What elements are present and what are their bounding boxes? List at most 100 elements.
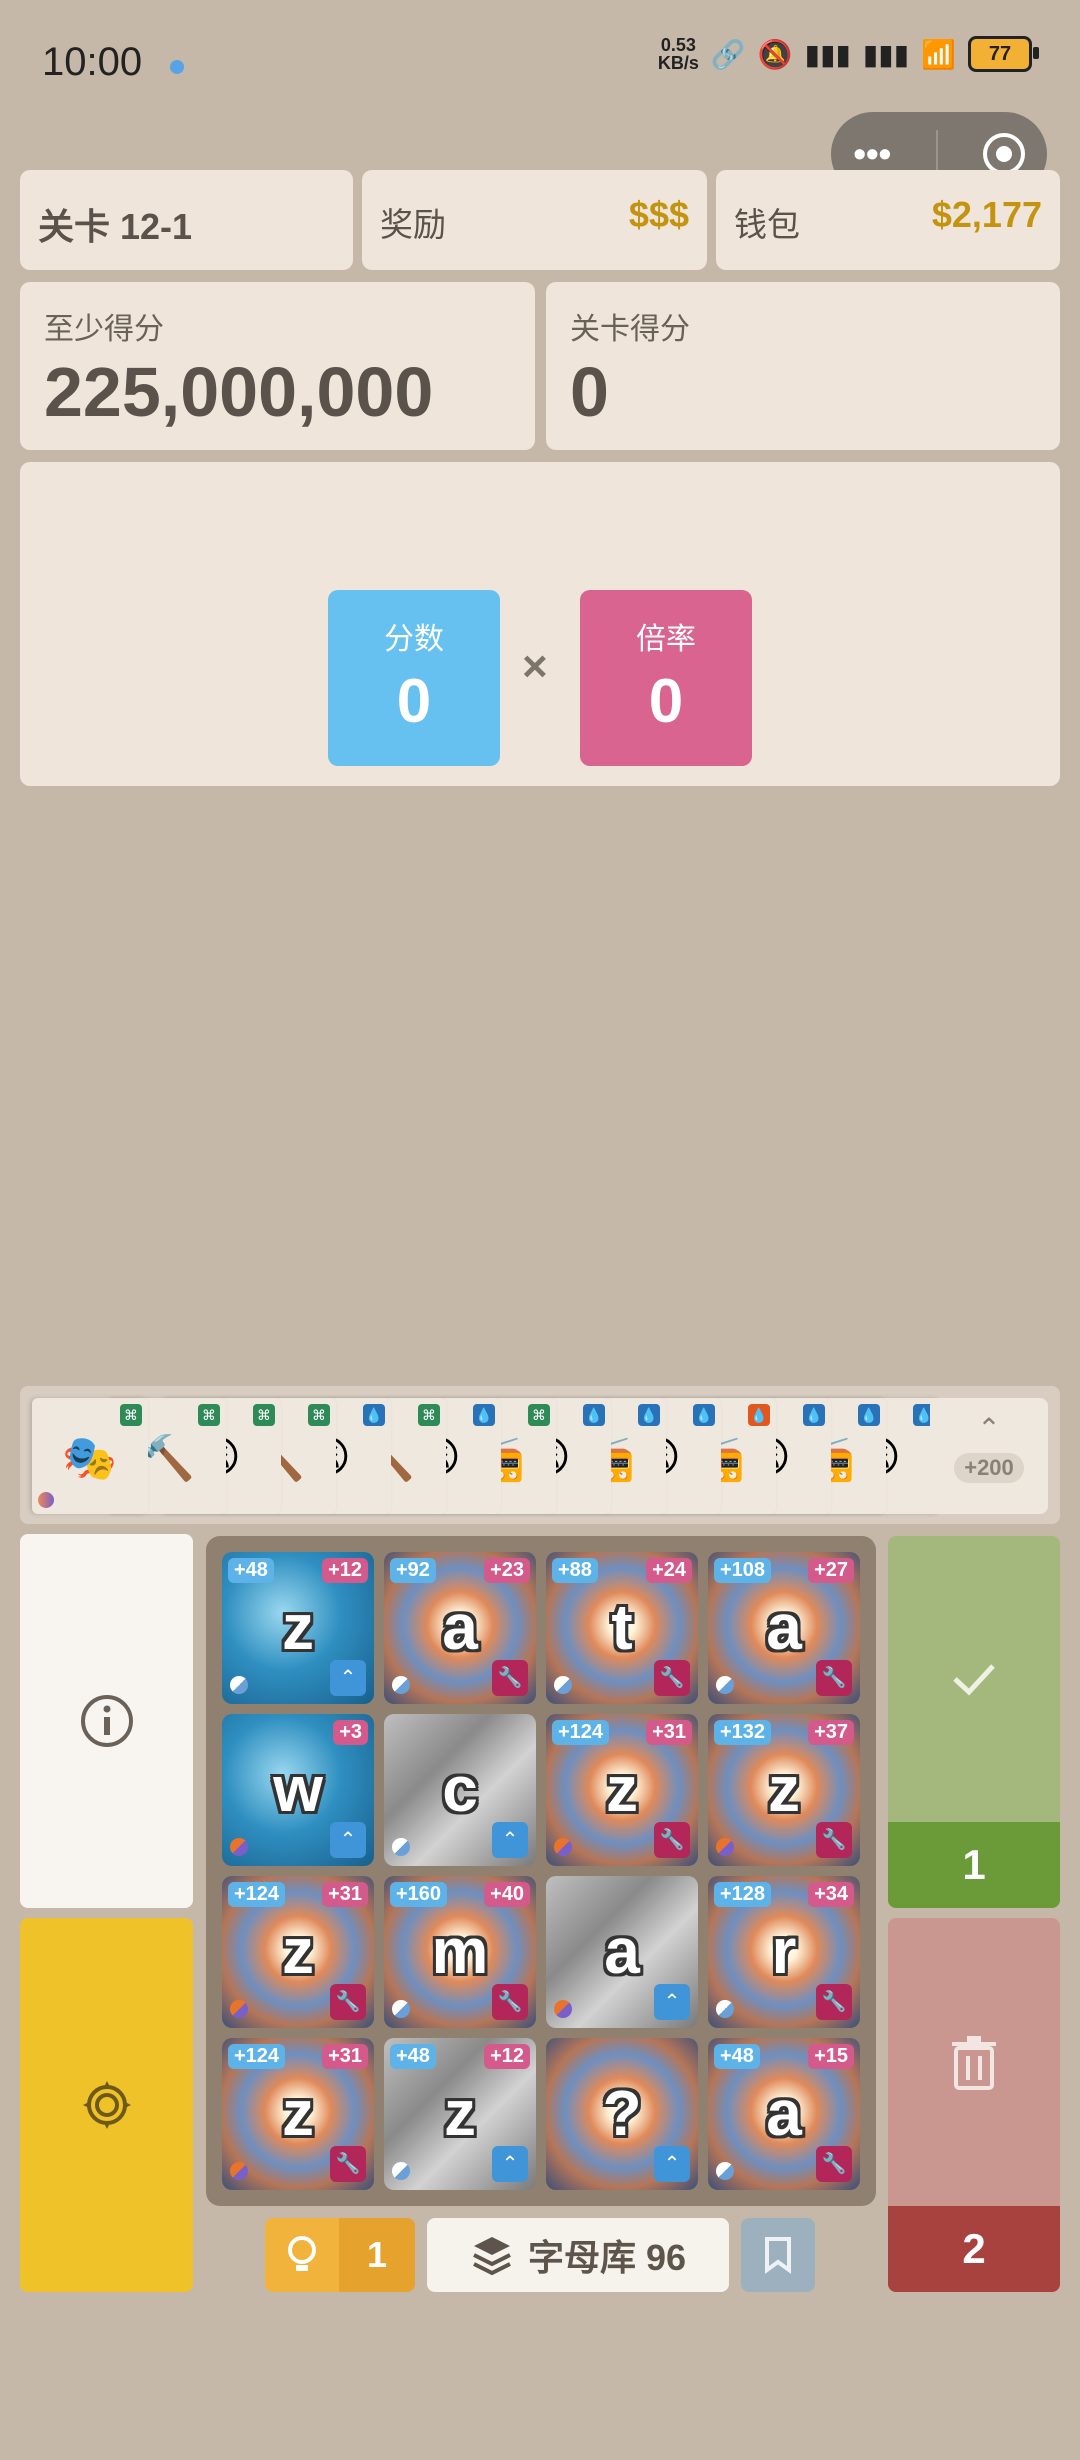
reward-panel: 奖励 $$$ xyxy=(362,170,707,270)
tile-letter: w xyxy=(273,1753,323,1825)
card-edition-icon xyxy=(38,1492,54,1508)
wrench-icon: 🔧 xyxy=(492,1984,528,2020)
discard-button-face[interactable] xyxy=(888,1918,1060,2206)
card-badge-icon: ⌘ xyxy=(253,1404,275,1426)
theater-mask-icon: 🎭 xyxy=(62,1434,117,1483)
plays-remaining: 1 xyxy=(888,1822,1060,1908)
letter-tile[interactable]: +48 +12 z ⌃ xyxy=(384,2038,536,2190)
letter-tile[interactable]: +160 +40 m 🔧 xyxy=(384,1876,536,2028)
link-icon: 🔗 xyxy=(710,38,746,70)
letter-tile[interactable]: +124 +31 z 🔧 xyxy=(222,2038,374,2190)
tile-letter: a xyxy=(442,1591,478,1663)
discards-remaining: 2 xyxy=(888,2206,1060,2292)
tile-score-bonus: +48 xyxy=(228,1558,274,1583)
level-score-label: 关卡得分 xyxy=(570,313,690,346)
wallet-label: 钱包 xyxy=(734,206,800,243)
edition-icon xyxy=(716,2000,734,2018)
tile-letter: m xyxy=(431,1915,489,1987)
edition-icon xyxy=(230,1676,248,1694)
letter-tile[interactable]: +48 +12 z ⌃ xyxy=(222,1552,374,1704)
more-menu-icon[interactable]: ••• xyxy=(853,133,891,175)
tile-letter: a xyxy=(766,1591,802,1663)
drop-badge-icon: 💧 xyxy=(638,1404,660,1426)
drop-badge-icon: 💧 xyxy=(693,1404,715,1426)
mult-chip: 倍率 0 xyxy=(580,590,752,766)
item-tray[interactable]: ⌘🎭 ⌘🔨 ⌘😩 ⌘🔨 💧😩 ⌘🔨 💧😩 ⌘📻 💧😩 💧📻 💧😩 💧📻 💧😩 💧… xyxy=(20,1386,1060,1524)
location-indicator-icon xyxy=(170,60,184,74)
letter-tile[interactable]: +3 w ⌃ xyxy=(222,1714,374,1866)
tile-score-bonus: +160 xyxy=(390,1882,448,1907)
letter-tile[interactable]: +124 +31 z 🔧 xyxy=(222,1876,374,2028)
tile-letter: a xyxy=(604,1915,640,1987)
letter-tile[interactable]: +132 +37 z 🔧 xyxy=(708,1714,860,1866)
double-chevron-up-icon: ⌃ xyxy=(654,2146,690,2182)
close-target-icon[interactable] xyxy=(982,133,1025,175)
letter-tile[interactable]: +88 +24 t 🔧 xyxy=(546,1552,698,1704)
discard-button[interactable]: 2 xyxy=(888,1918,1060,2292)
edition-icon xyxy=(716,1838,734,1856)
multiply-sign: × xyxy=(522,642,548,691)
wrench-icon: 🔧 xyxy=(330,1984,366,2020)
info-icon xyxy=(80,1695,133,1747)
bookmark-button[interactable] xyxy=(741,2218,815,2292)
wifi-icon: 📶 xyxy=(921,38,956,70)
letter-tile[interactable]: +108 +27 a 🔧 xyxy=(708,1552,860,1704)
letter-library-button[interactable]: 字母库 96 xyxy=(427,2218,729,2292)
play-button-face[interactable] xyxy=(888,1536,1060,1822)
tile-score-bonus: +124 xyxy=(228,2044,286,2069)
tile-score-bonus: +132 xyxy=(714,1720,772,1745)
tile-mult-bonus: +12 xyxy=(322,1558,368,1583)
battery-icon: 77 xyxy=(968,36,1039,72)
wrench-icon: 🔧 xyxy=(816,1660,852,1696)
tile-mult-bonus: +37 xyxy=(808,1720,854,1745)
level-label: 关卡 12-1 xyxy=(38,206,193,247)
letter-tile[interactable]: c ⌃ xyxy=(384,1714,536,1866)
wallet-panel: 钱包 $2,177 xyxy=(716,170,1060,270)
play-button[interactable]: 1 xyxy=(888,1536,1060,1908)
tile-mult-bonus: +24 xyxy=(646,1558,692,1583)
fire-badge-icon: 💧 xyxy=(748,1404,770,1426)
mult-label: 倍率 xyxy=(636,623,696,656)
mult-value: 0 xyxy=(648,667,684,736)
wrench-icon: 🔧 xyxy=(816,1822,852,1858)
tile-mult-bonus: +3 xyxy=(333,1720,368,1745)
double-chevron-up-icon: ⌃ xyxy=(492,1822,528,1858)
reward-label: 奖励 xyxy=(380,206,446,243)
status-icons: 0.53 KB/s 🔗 🔕 ▮▮▮ ▮▮▮ 📶 77 xyxy=(658,36,1039,72)
signal-icon: ▮▮▮ xyxy=(804,38,851,70)
edition-icon xyxy=(554,1838,572,1856)
info-button[interactable] xyxy=(20,1534,193,1908)
edition-icon xyxy=(716,2162,734,2180)
layers-icon xyxy=(473,2237,511,2276)
double-chevron-up-icon: ⌃ xyxy=(977,1413,1001,1444)
tile-letter: z xyxy=(606,1753,638,1825)
tile-mult-bonus: +27 xyxy=(808,1558,854,1583)
tray-card[interactable]: ⌘ 🎭 xyxy=(32,1398,148,1514)
tile-score-bonus: +108 xyxy=(714,1558,772,1583)
settings-button[interactable] xyxy=(20,1918,193,2292)
tile-letter: z xyxy=(768,1753,800,1825)
edition-icon xyxy=(230,2162,248,2180)
tile-score-bonus: +88 xyxy=(552,1558,598,1583)
tile-letter: a xyxy=(766,2077,802,2149)
upgrade-badge: +200 xyxy=(954,1453,1024,1483)
bookmark-icon xyxy=(765,2237,791,2274)
tile-score-bonus: +48 xyxy=(714,2044,760,2069)
letter-tile[interactable]: +48 +15 a 🔧 xyxy=(708,2038,860,2190)
double-chevron-up-icon: ⌃ xyxy=(654,1984,690,2020)
letter-tile[interactable]: a ⌃ xyxy=(546,1876,698,2028)
letter-board: +48 +12 z ⌃ +92 +23 a 🔧 +88 +24 t 🔧 +108 +27 a 🔧 +3 w ⌃ c ⌃ +… xyxy=(206,1536,876,2206)
score-value: 0 xyxy=(396,667,432,736)
letter-tile[interactable]: ? ⌃ xyxy=(546,2038,698,2190)
tile-mult-bonus: +23 xyxy=(484,1558,530,1583)
hint-button[interactable]: 1 xyxy=(265,2218,415,2292)
gear-icon xyxy=(82,2081,131,2129)
tray-upgrade-button[interactable]: ⌃ +200 xyxy=(930,1398,1048,1514)
tile-letter: z xyxy=(282,1591,314,1663)
required-score-panel: 至少得分 225,000,000 xyxy=(20,282,535,450)
letter-tile[interactable]: +124 +31 z 🔧 xyxy=(546,1714,698,1866)
level-panel: 关卡 12-1 xyxy=(20,170,353,270)
tile-mult-bonus: +15 xyxy=(808,2044,854,2069)
letter-tile[interactable]: +92 +23 a 🔧 xyxy=(384,1552,536,1704)
letter-tile[interactable]: +128 +34 r 🔧 xyxy=(708,1876,860,2028)
